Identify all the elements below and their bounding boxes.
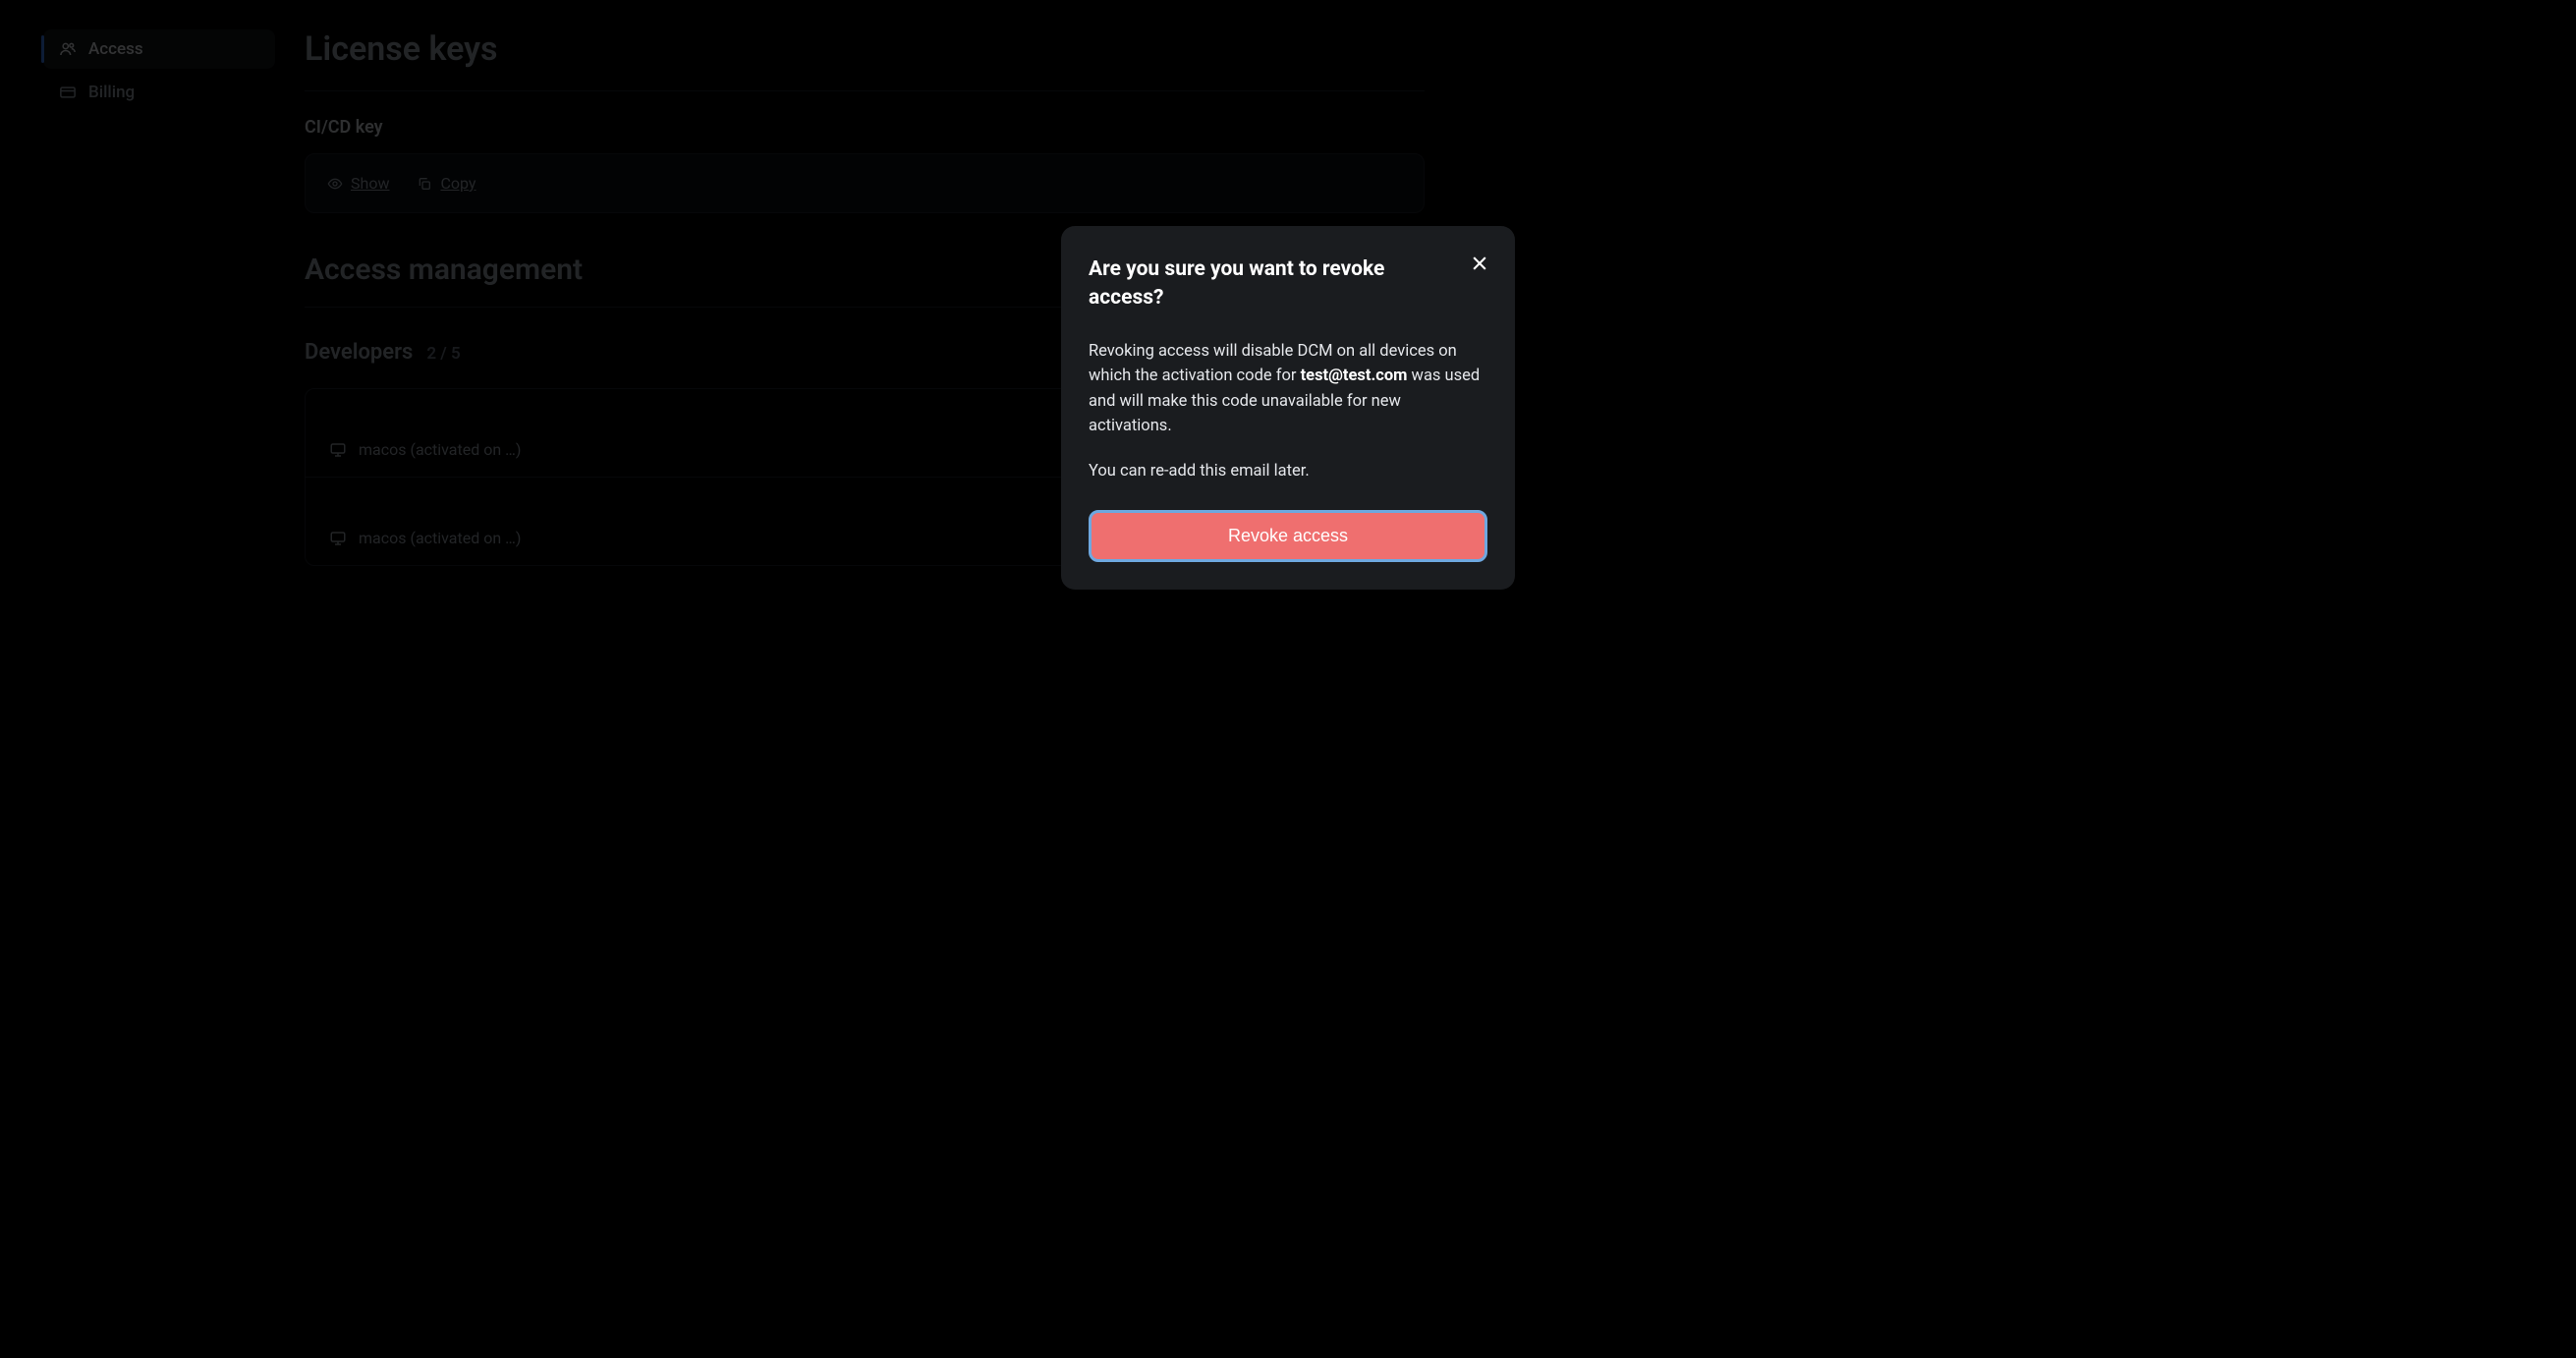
modal-body: Revoking access will disable DCM on all … xyxy=(1089,339,1487,484)
modal-overlay[interactable]: Are you sure you want to revoke access? … xyxy=(0,0,2576,1358)
close-icon xyxy=(1470,254,1489,273)
revoke-access-modal: Are you sure you want to revoke access? … xyxy=(1061,226,1515,590)
modal-close-button[interactable] xyxy=(1468,252,1491,275)
modal-body-readd: You can re-add this email later. xyxy=(1089,459,1487,484)
modal-title: Are you sure you want to revoke access? xyxy=(1089,255,1487,313)
revoke-access-confirm-button[interactable]: Revoke access xyxy=(1089,510,1487,562)
modal-body-text: Revoking access will disable DCM on all … xyxy=(1089,339,1487,439)
modal-email: test@test.com xyxy=(1301,367,1408,385)
